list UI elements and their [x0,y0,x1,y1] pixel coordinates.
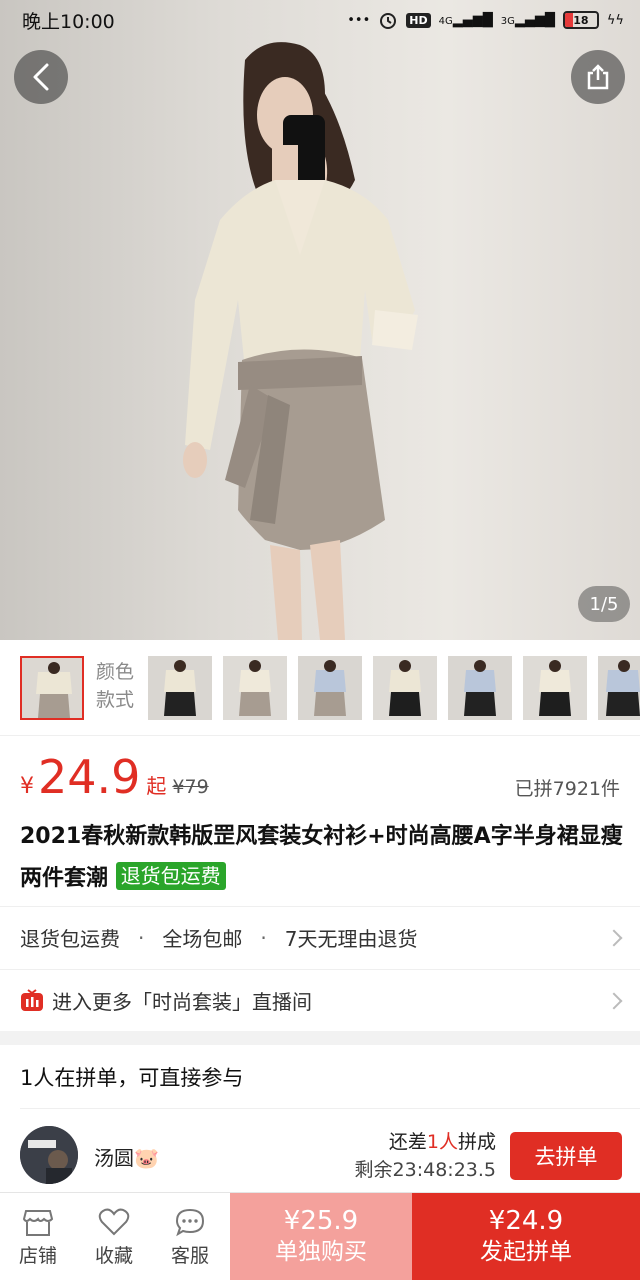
variant-thumbnails: 颜色 款式 [0,640,640,736]
section-gap [0,1031,640,1045]
variant-label: 颜色 款式 [96,658,134,714]
need-suffix: 拼成 [457,1131,496,1153]
price-section: ¥ 24.9 起 ¥79 已拼7921件 [0,736,640,812]
live-room-link[interactable]: 进入更多「时尚套装」直播间 [0,969,640,1031]
live-text: 进入更多「时尚套装」直播间 [52,990,312,1014]
status-bar: 晚上10:00 ••• HD 4G▂▄▆█ 3G▂▄▆█ 18 ϟϟ [0,0,640,40]
price-value: 24.9 [38,750,141,804]
product-title-text: 2021春秋新款韩版罡风套装女衬衫+时尚高腰A字半身裙显瘦两件套潮 [20,824,623,891]
signal-3g-icon: 3G▂▄▆█ [500,12,555,28]
customer-service-button[interactable]: 客服 [157,1207,223,1268]
charging-icon: ϟϟ [606,12,624,28]
divider [20,1108,640,1109]
variant-thumb[interactable] [448,656,512,720]
net-3g-label: 3G [500,15,515,27]
bottom-action-bar: 店铺 收藏 客服 ¥25.9 单独购买 ¥24.9 发起拼单 [0,1192,640,1280]
battery-level: 18 [573,13,589,27]
variant-thumb[interactable] [148,656,212,720]
product-title: 2021春秋新款韩版罡风套装女衬衫+时尚高腰A字半身裙显瘦两件套潮 退货包运费 [20,816,630,900]
signal-4g-icon: 4G▂▄▆█ [438,12,493,28]
sold-count: 已拼7921件 [514,778,620,800]
live-icon [21,988,43,1011]
variant-thumb[interactable] [598,656,640,720]
status-time: 晚上10:00 [22,10,115,33]
variant-thumb[interactable] [373,656,437,720]
service-label: 客服 [170,1245,209,1267]
variant-thumb-selected[interactable] [20,656,84,720]
alarm-icon [380,13,397,29]
product-detail-screen: { "status_bar": {"time": "晚上10:00", "hd"… [0,0,640,1280]
store-button[interactable]: 店铺 [5,1207,71,1268]
model-illustration [183,42,418,640]
group-member-row: 汤圆🐷 还差1人拼成 剩余23:48:23.5 去拼单 [0,1120,640,1192]
share-button[interactable] [571,50,625,104]
chevron-right-icon [605,992,623,1009]
variant-thumb[interactable] [223,656,287,720]
buy-alone-label: 单独购买 [275,1239,367,1265]
variant-label-color: 颜色 [96,661,135,683]
service-item: 全场包邮 [162,927,243,951]
price-currency: ¥ [20,774,34,799]
product-main-image[interactable]: 晚上10:00 ••• HD 4G▂▄▆█ 3G▂▄▆█ 18 ϟϟ 1/5 [0,0,640,640]
hd-icon: HD [406,12,431,28]
battery-icon: 18 [562,11,599,29]
member-name: 汤圆🐷 [94,1146,159,1170]
start-group-price: ¥24.9 [488,1206,564,1236]
favorite-button[interactable]: 收藏 [81,1207,147,1268]
need-count: 1人 [426,1131,458,1153]
buy-alone-button[interactable]: ¥25.9 单独购买 [230,1193,412,1280]
heart-icon [98,1208,130,1236]
separator-dot: · [260,925,267,950]
store-label: 店铺 [18,1245,57,1267]
buy-alone-price: ¥25.9 [283,1206,359,1236]
group-heading: 1人在拼单，可直接参与 [20,1066,244,1090]
join-group-button[interactable]: 去拼单 [510,1132,622,1180]
original-price: ¥79 [172,776,209,798]
store-icon [22,1210,54,1236]
favorite-label: 收藏 [94,1245,133,1267]
variant-label-style: 款式 [96,689,135,711]
back-button[interactable] [14,50,68,104]
service-guarantees[interactable]: 退货包运费 · 全场包邮 · 7天无理由退货 [0,906,640,968]
dots-icon: ••• [347,12,371,28]
start-group-label: 发起拼单 [480,1239,572,1265]
variant-thumb[interactable] [298,656,362,720]
chevron-right-icon [605,929,623,946]
need-prefix: 还差 [388,1131,427,1153]
service-item: 退货包运费 [20,927,120,951]
group-price: ¥ 24.9 起 ¥79 [20,750,209,804]
chevron-left-icon [33,63,49,91]
free-return-tag: 退货包运费 [115,862,226,890]
group-need-info: 还差1人拼成 剩余23:48:23.5 [355,1128,496,1184]
remaining-time: 剩余23:48:23.5 [354,1159,496,1181]
share-icon [587,64,609,90]
net-4g-label: 4G [438,15,453,27]
status-icons: ••• HD 4G▂▄▆█ 3G▂▄▆█ 18 ϟϟ [347,10,624,30]
separator-dot: · [138,925,145,950]
start-group-button[interactable]: ¥24.9 发起拼单 [412,1193,640,1280]
service-item: 7天无理由退货 [284,927,418,951]
chat-icon [175,1208,205,1237]
variant-thumb[interactable] [523,656,587,720]
price-suffix: 起 [146,774,167,798]
image-pager: 1/5 [578,586,630,622]
avatar [20,1126,78,1184]
